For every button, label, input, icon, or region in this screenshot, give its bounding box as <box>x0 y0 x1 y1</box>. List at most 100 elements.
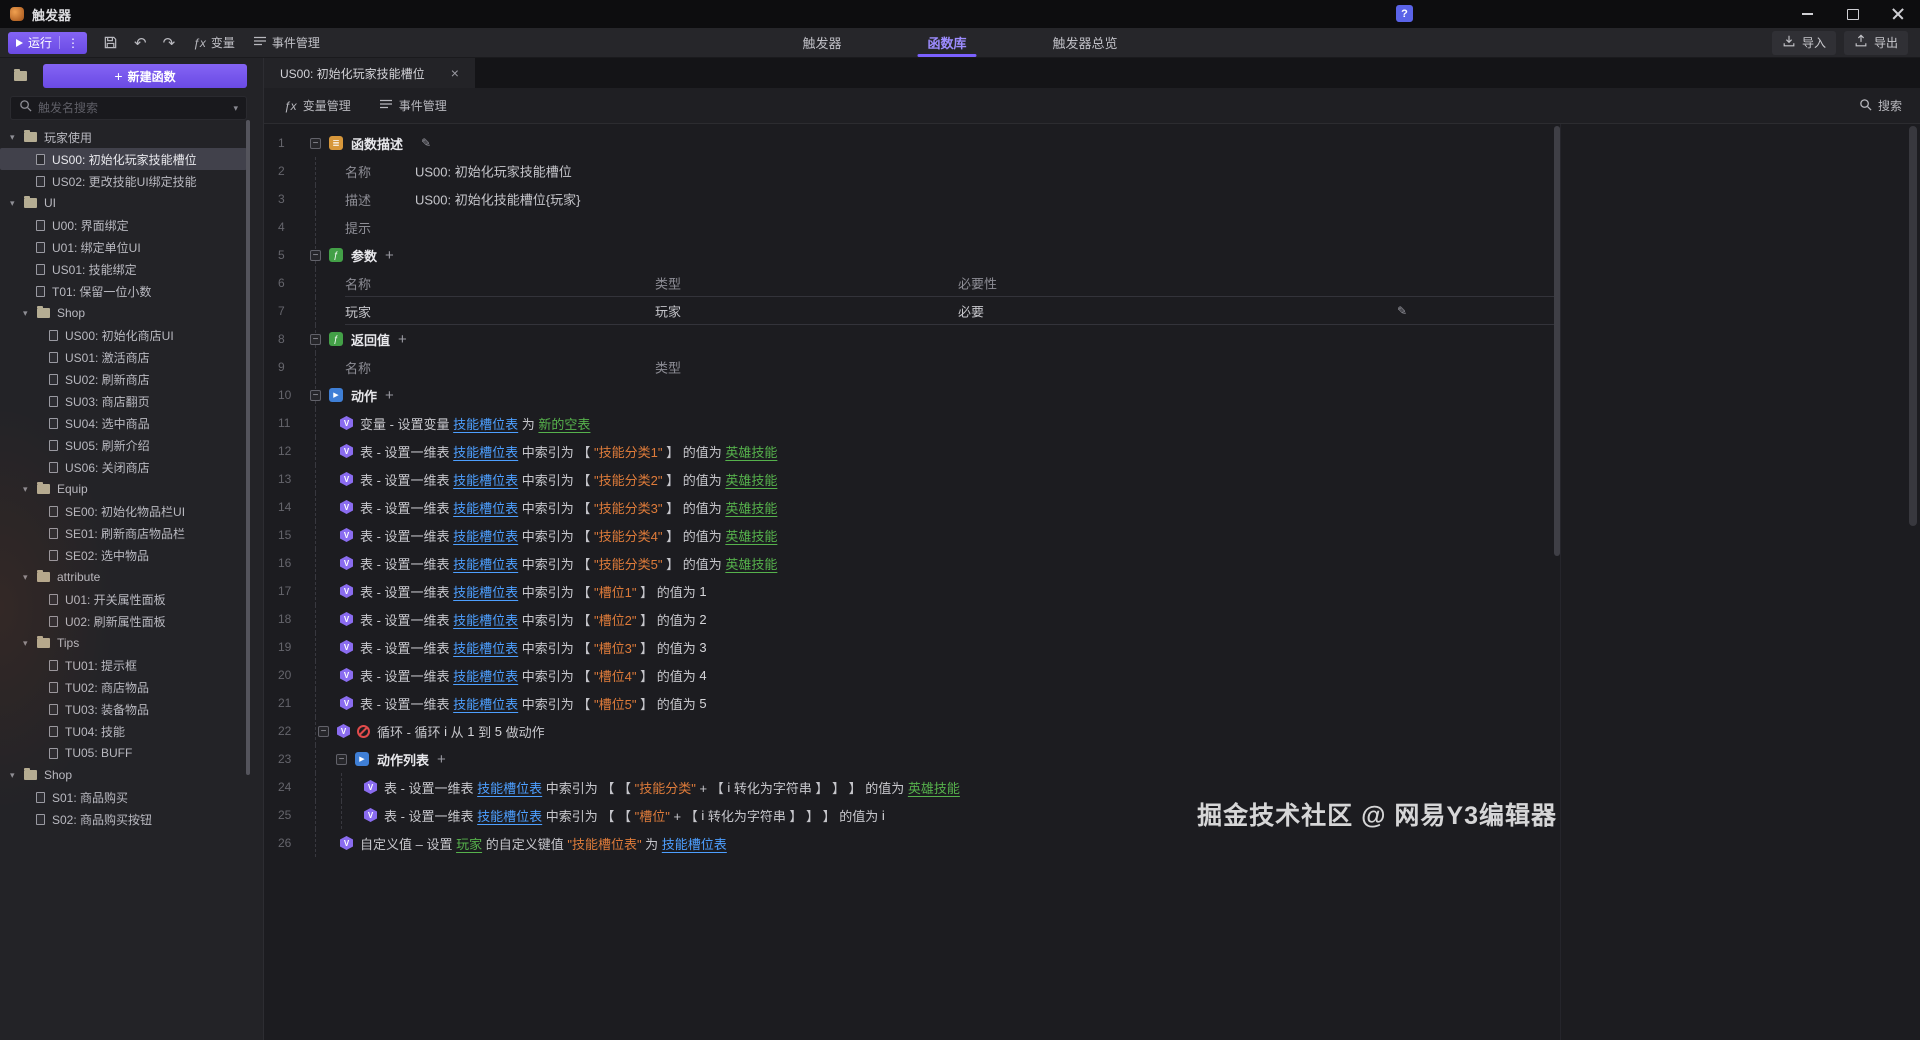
editor-line[interactable]: 11 V 变量 - 设置变量 技能槽位表 为 新的空表 <box>264 409 1920 437</box>
tree-item[interactable]: TU01: 提示框 <box>0 654 247 676</box>
caret-down-icon[interactable]: ▾ <box>23 572 32 583</box>
editor-line[interactable]: 8 − 返回值 + <box>264 325 1920 353</box>
tree-item[interactable]: SE01: 刷新商店物品栏 <box>0 522 247 544</box>
editor-line[interactable]: 12 V 表 - 设置一维表 技能槽位表 中索引为 【 "技能分类1" 】 的值为 … <box>264 437 1920 465</box>
string-literal[interactable]: "技能分类3" <box>594 498 662 517</box>
string-literal[interactable]: "槽位3" <box>594 638 636 657</box>
editor-line[interactable]: 17 V 表 - 设置一维表 技能槽位表 中索引为 【 "槽位1" 】 的值为 1 <box>264 577 1920 605</box>
editor-line[interactable]: 22− V 循环 - 循环 i 从 1 到 5 做动作 <box>264 717 1920 745</box>
help-icon[interactable]: ? <box>1396 5 1413 22</box>
tree-item[interactable]: TU03: 装备物品 <box>0 698 247 720</box>
string-literal[interactable]: "技能分类2" <box>594 470 662 489</box>
tree-item[interactable]: SE00: 初始化物品栏UI <box>0 500 247 522</box>
add-icon[interactable]: + <box>437 751 446 768</box>
number-value[interactable]: i <box>882 808 885 823</box>
variable-link[interactable]: 技能槽位表 <box>453 526 518 545</box>
add-icon[interactable]: + <box>385 247 394 264</box>
run-options-icon[interactable]: ⋮ <box>67 36 79 50</box>
tree-item[interactable]: SU03: 商店翻页 <box>0 390 247 412</box>
collapse-toggle-icon[interactable]: − <box>310 389 321 401</box>
editor-line[interactable]: 1 − 函数描述 ✎ <box>264 129 1920 157</box>
close-tab-icon[interactable]: × <box>451 65 459 81</box>
value-link[interactable]: 英雄技能 <box>908 778 960 797</box>
tree-item[interactable]: TU05: BUFF <box>0 742 247 764</box>
undo-icon[interactable]: ↶ <box>134 34 147 52</box>
tree-item[interactable]: US00: 初始化商店UI <box>0 324 247 346</box>
event-management-button[interactable]: 事件管理 <box>379 97 447 114</box>
caret-down-icon[interactable]: ▾ <box>10 770 19 781</box>
tree-item[interactable]: S01: 商品购买 <box>0 786 247 808</box>
collapse-toggle-icon[interactable]: − <box>310 249 321 261</box>
sidebar-search[interactable]: ▾ <box>10 96 247 120</box>
editor-line[interactable]: 26 V 自定义值 – 设置 玩家 的自定义键值 "技能槽位表" 为 技能槽位表 <box>264 829 1920 857</box>
editor-line[interactable]: 16 V 表 - 设置一维表 技能槽位表 中索引为 【 "技能分类5" 】 的值为 … <box>264 549 1920 577</box>
root-folder-icon[interactable] <box>14 69 27 81</box>
editor-line[interactable]: 3 US00: 初始化技能槽位{玩家} 描述 <box>264 185 1920 213</box>
string-literal[interactable]: "槽位5" <box>594 694 636 713</box>
event-management-button[interactable]: 事件管理 <box>253 34 320 51</box>
value-link[interactable]: 英雄技能 <box>725 526 777 545</box>
caret-down-icon[interactable]: ▾ <box>23 484 32 495</box>
caret-down-icon[interactable]: ▾ <box>10 132 19 143</box>
editor-inner-scrollbar[interactable] <box>1554 126 1560 556</box>
edit-icon[interactable]: ✎ <box>421 136 431 150</box>
string-literal[interactable]: "技能分类1" <box>594 442 662 461</box>
variable-management-button[interactable]: ƒx 变量管理 <box>284 97 351 114</box>
maximize-button[interactable] <box>1830 0 1875 28</box>
value-link[interactable]: 新的空表 <box>538 414 590 433</box>
add-icon[interactable]: + <box>385 387 394 404</box>
number-value[interactable]: 5 <box>495 724 502 739</box>
editor-line[interactable]: 24 V 表 - 设置一维表 技能槽位表 中索引为 【 【 "技能分类" + 【 i… <box>264 773 1920 801</box>
variable-link[interactable]: 技能槽位表 <box>477 806 542 825</box>
caret-down-icon[interactable]: ▾ <box>233 103 238 114</box>
sidebar-scrollbar[interactable] <box>246 120 250 775</box>
value-link[interactable]: 英雄技能 <box>725 442 777 461</box>
editor-line[interactable]: 5 − 参数 + <box>264 241 1920 269</box>
editor-line[interactable]: 23 − 动作列表 + <box>264 745 1920 773</box>
value-link[interactable]: 英雄技能 <box>725 554 777 573</box>
collapse-toggle-icon[interactable]: − <box>310 137 321 149</box>
tree-item[interactable]: US00: 初始化玩家技能槽位 <box>0 148 247 170</box>
tree-item[interactable]: S02: 商品购买按钮 <box>0 808 247 830</box>
caret-down-icon[interactable]: ▾ <box>10 198 19 209</box>
editor-line[interactable]: 19 V 表 - 设置一维表 技能槽位表 中索引为 【 "槽位3" 】 的值为 3 <box>264 633 1920 661</box>
tree-folder[interactable]: ▾ Equip <box>0 478 247 500</box>
editor-line[interactable]: 13 V 表 - 设置一维表 技能槽位表 中索引为 【 "技能分类2" 】 的值为 … <box>264 465 1920 493</box>
string-literal[interactable]: "槽位1" <box>594 582 636 601</box>
tree-item[interactable]: SE02: 选中物品 <box>0 544 247 566</box>
editor-line[interactable]: 2 US00: 初始化玩家技能槽位 名称 <box>264 157 1920 185</box>
tree-folder[interactable]: ▾ 玩家使用 <box>0 126 247 148</box>
editor-line[interactable]: 21 V 表 - 设置一维表 技能槽位表 中索引为 【 "槽位5" 】 的值为 5 <box>264 689 1920 717</box>
variable-link[interactable]: 技能槽位表 <box>453 554 518 573</box>
save-icon[interactable] <box>103 35 118 50</box>
string-literal[interactable]: "技能分类4" <box>594 526 662 545</box>
variable-link[interactable]: 技能槽位表 <box>453 498 518 517</box>
variable-link[interactable]: 技能槽位表 <box>477 778 542 797</box>
number-value[interactable]: 4 <box>699 668 706 683</box>
string-literal[interactable]: "槽位" <box>635 806 670 825</box>
tree-item[interactable]: SU05: 刷新介绍 <box>0 434 247 456</box>
search-input[interactable] <box>38 101 228 115</box>
tree-item[interactable]: U01: 绑定单位UI <box>0 236 247 258</box>
number-value[interactable]: 1 <box>699 584 706 599</box>
value-link[interactable]: 英雄技能 <box>725 498 777 517</box>
number-value[interactable]: 2 <box>699 612 706 627</box>
number-value[interactable]: 3 <box>699 640 706 655</box>
editor-line[interactable]: 14 V 表 - 设置一维表 技能槽位表 中索引为 【 "技能分类3" 】 的值为 … <box>264 493 1920 521</box>
editor-line[interactable]: 20 V 表 - 设置一维表 技能槽位表 中索引为 【 "槽位4" 】 的值为 4 <box>264 661 1920 689</box>
collapse-toggle-icon[interactable]: − <box>318 725 329 737</box>
tree-item[interactable]: US01: 激活商店 <box>0 346 247 368</box>
variable-link[interactable]: 技能槽位表 <box>453 582 518 601</box>
string-literal[interactable]: "槽位4" <box>594 666 636 685</box>
variable-link[interactable]: 技能槽位表 <box>453 638 518 657</box>
number-value[interactable]: 1 <box>467 724 474 739</box>
tree-folder[interactable]: ▾ Tips <box>0 632 247 654</box>
variables-button[interactable]: ƒx 变量 <box>193 34 235 51</box>
tree-folder[interactable]: ▾ attribute <box>0 566 247 588</box>
tree-item[interactable]: U00: 界面绑定 <box>0 214 247 236</box>
tree-item[interactable]: TU02: 商店物品 <box>0 676 247 698</box>
run-button[interactable]: 运行 ⋮ <box>8 31 88 54</box>
caret-down-icon[interactable]: ▾ <box>23 638 32 649</box>
tree-item[interactable]: SU02: 刷新商店 <box>0 368 247 390</box>
editor-line[interactable]: 7 玩家 必要 ✎ 玩家 <box>264 297 1920 325</box>
